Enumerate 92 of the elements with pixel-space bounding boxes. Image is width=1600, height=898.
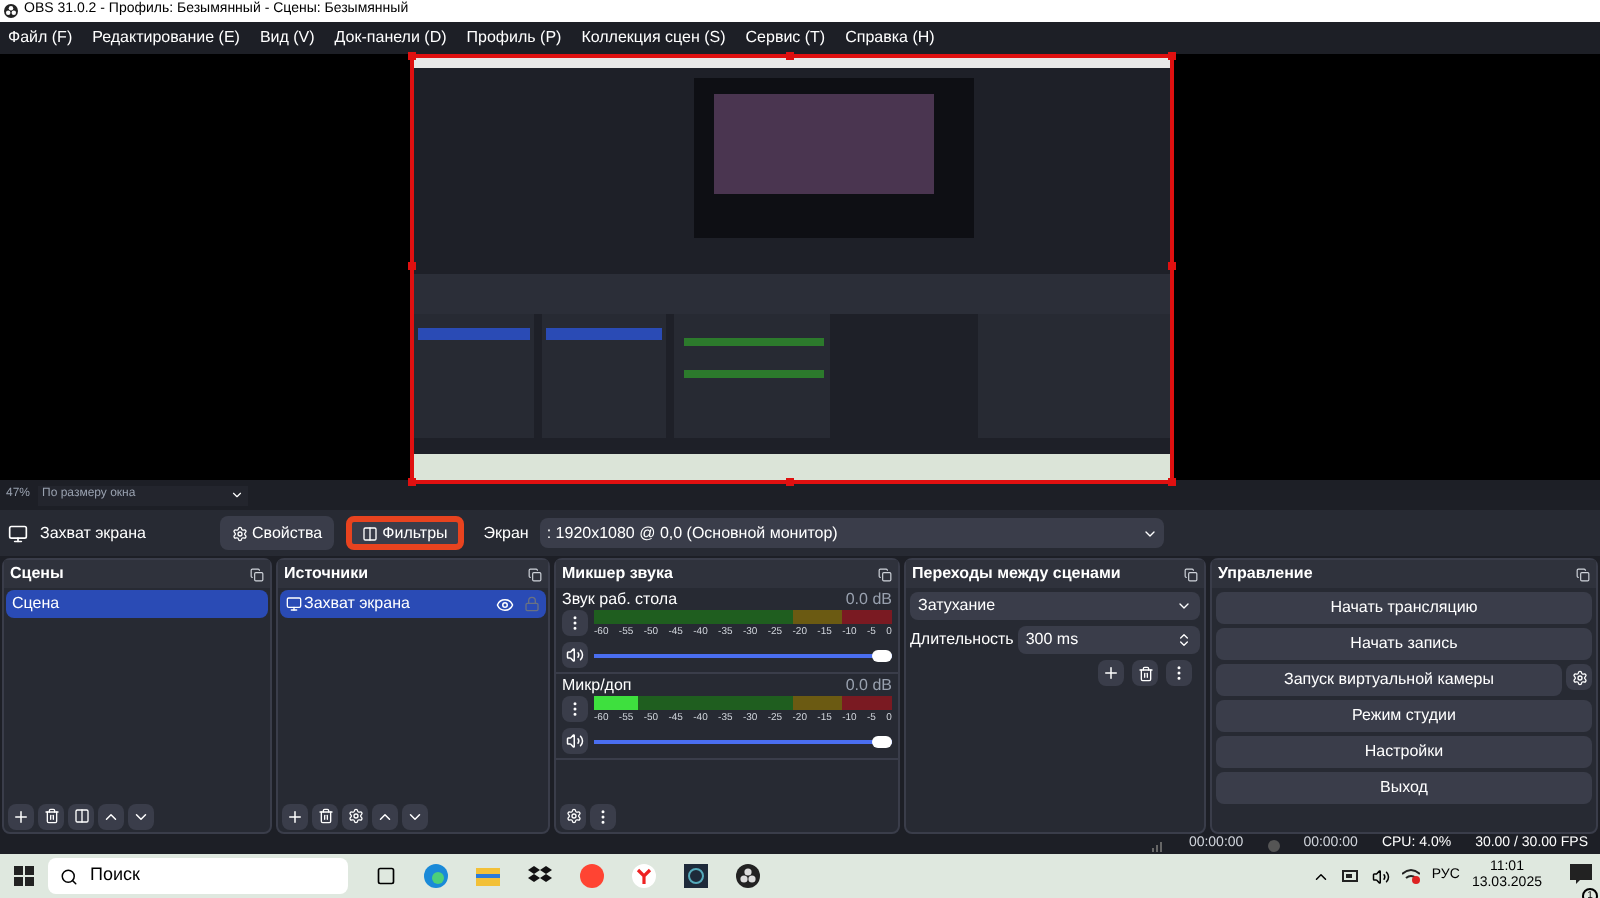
- audio-settings-button[interactable]: [560, 803, 586, 829]
- control-button[interactable]: Начать трансляцию: [1216, 592, 1592, 624]
- menu-item[interactable]: Справка (H): [845, 26, 935, 50]
- control-button[interactable]: Режим студии: [1216, 700, 1592, 732]
- speaker-icon: [566, 646, 584, 664]
- settings-button[interactable]: [1566, 664, 1592, 690]
- plus-icon: [12, 807, 30, 825]
- gear-icon: [232, 525, 248, 541]
- spinner-arrows-icon: [1176, 632, 1192, 648]
- properties-button[interactable]: Свойства: [220, 516, 335, 550]
- record-icon: [1267, 839, 1280, 851]
- chevron-down-icon: [230, 488, 245, 502]
- undock-icon[interactable]: [250, 567, 264, 581]
- display-dropdown[interactable]: : 1920x1080 @ 0,0 (Основной монитор): [540, 518, 1165, 548]
- move-down-button[interactable]: [402, 803, 428, 829]
- move-up-button[interactable]: [372, 803, 398, 829]
- control-button[interactable]: Настройки: [1216, 736, 1592, 768]
- undock-icon[interactable]: [528, 567, 542, 581]
- task-view-icon[interactable]: [376, 866, 396, 886]
- mute-button[interactable]: [562, 728, 588, 754]
- filter-icon: [73, 808, 89, 824]
- add-button[interactable]: [282, 803, 308, 829]
- undock-icon[interactable]: [1184, 567, 1198, 581]
- delete-button[interactable]: [312, 803, 338, 829]
- delete-button[interactable]: [38, 803, 64, 829]
- folder-icon[interactable]: [476, 866, 500, 886]
- app-icon[interactable]: [684, 864, 708, 888]
- trash-icon: [43, 808, 59, 824]
- channel-name: Звук раб. стола: [562, 587, 678, 611]
- volume-slider[interactable]: [594, 735, 892, 747]
- filter-icon: [362, 525, 379, 541]
- more-button[interactable]: [562, 696, 588, 722]
- channel-reading: 0.0 dB: [845, 587, 892, 611]
- dock-title: Микшер звука: [562, 562, 673, 586]
- duration-field[interactable]: 300 ms: [1017, 626, 1200, 654]
- dock-title: Переходы между сценами: [912, 562, 1121, 586]
- volume-slider[interactable]: [594, 649, 892, 661]
- signal-icon: [1152, 839, 1165, 851]
- control-button[interactable]: Запуск виртуальной камеры: [1216, 664, 1562, 696]
- menu-item[interactable]: Профиль (P): [466, 26, 562, 50]
- speaker-icon[interactable]: [1371, 867, 1390, 885]
- more-button[interactable]: [1166, 660, 1192, 686]
- notification-icon[interactable]: [1570, 864, 1592, 884]
- plus-icon: [286, 807, 304, 825]
- plus-icon: [1102, 664, 1120, 682]
- source-name: Захват экрана: [40, 521, 148, 545]
- gear-icon: [565, 808, 581, 824]
- settings-button[interactable]: [342, 803, 368, 829]
- menu-item[interactable]: Сервис (T): [745, 26, 826, 50]
- more-button[interactable]: [562, 610, 588, 636]
- channel-name: Микр/доп: [562, 673, 632, 697]
- menu-item[interactable]: Файл (F): [8, 26, 73, 50]
- dock-title: Сцены: [10, 562, 64, 586]
- chevron-down-icon: [1176, 598, 1192, 614]
- eye-icon[interactable]: [496, 595, 514, 613]
- menu-item[interactable]: Док-панели (D): [334, 26, 447, 50]
- monitor-icon: [8, 523, 28, 543]
- filters-button[interactable]: Фильтры: [346, 516, 464, 550]
- menu-item[interactable]: Редактирование (E): [92, 26, 240, 50]
- box-icon[interactable]: [528, 866, 552, 886]
- obs-icon[interactable]: [736, 864, 760, 888]
- add-button[interactable]: [8, 803, 34, 829]
- speaker-icon: [566, 732, 584, 750]
- menu-item[interactable]: Коллекция сцен (S): [581, 26, 726, 50]
- move-up-button[interactable]: [98, 803, 124, 829]
- network-icon[interactable]: [1401, 868, 1420, 884]
- gear-icon: [1571, 669, 1587, 685]
- more-button[interactable]: [590, 803, 616, 829]
- add-button[interactable]: [1098, 660, 1124, 686]
- channel-reading: 0.0 dB: [845, 673, 892, 697]
- trash-icon: [1137, 665, 1153, 681]
- trash-icon: [317, 808, 333, 824]
- undock-icon[interactable]: [878, 567, 892, 581]
- monitor-icon: [286, 596, 302, 612]
- undock-icon[interactable]: [1576, 567, 1590, 581]
- menu-item[interactable]: Вид (V): [259, 26, 315, 50]
- move-down-button[interactable]: [128, 803, 154, 829]
- filter-button[interactable]: [68, 803, 94, 829]
- source-item[interactable]: Захват экрана: [280, 590, 546, 618]
- dock-title: Управление: [1218, 562, 1313, 586]
- field-label: Экран: [483, 521, 529, 545]
- delete-button[interactable]: [1132, 660, 1158, 686]
- scene-item[interactable]: Сцена: [6, 590, 268, 618]
- dock-title: Источники: [284, 562, 369, 586]
- search-icon: [60, 867, 78, 885]
- gear-icon: [347, 808, 363, 824]
- control-button[interactable]: Выход: [1216, 772, 1592, 804]
- transition-dropdown[interactable]: Затухание: [910, 592, 1200, 620]
- duration-label: Длительность: [910, 628, 1014, 652]
- control-button[interactable]: Начать запись: [1216, 628, 1592, 660]
- taskbar-search[interactable]: Поиск: [48, 858, 348, 894]
- mute-button[interactable]: [562, 642, 588, 668]
